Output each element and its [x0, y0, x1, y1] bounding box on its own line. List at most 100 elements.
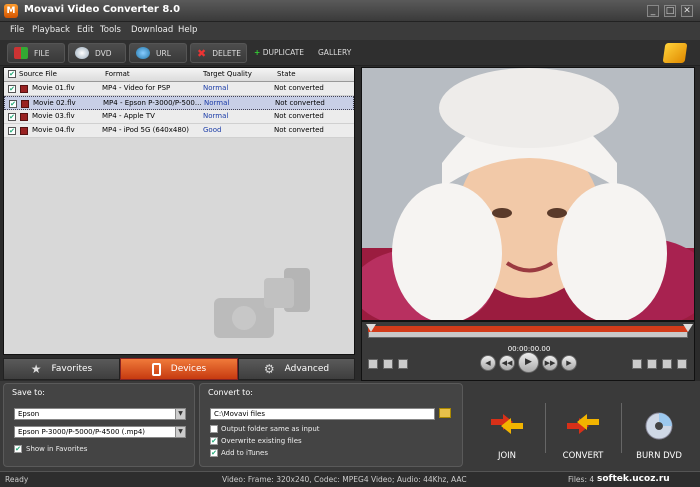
- row-checkbox[interactable]: ✔: [8, 85, 16, 93]
- duplicate-label: DUPLICATE: [262, 48, 304, 57]
- add-file-button[interactable]: FILE: [7, 43, 65, 63]
- files-count: Files: 4: [568, 475, 595, 484]
- play-button[interactable]: ▶: [518, 352, 539, 373]
- row-state: Not converted: [274, 112, 324, 120]
- folder-icon[interactable]: [439, 408, 451, 418]
- divider: [545, 403, 546, 453]
- output-folder-input[interactable]: C:\Movavi files: [210, 408, 435, 420]
- add-dvd-label: DVD: [95, 48, 112, 58]
- table-row[interactable]: ✔ Movie 02.flv MP4 - Epson P-3000/P-500.…: [4, 96, 354, 110]
- maximize-button[interactable]: □: [664, 5, 676, 17]
- contrast-icon[interactable]: [662, 359, 672, 369]
- watermark-icon[interactable]: [677, 359, 687, 369]
- menu-download[interactable]: Download: [131, 25, 173, 35]
- row-format[interactable]: MP4 - Epson P-3000/P-500...: [103, 99, 201, 107]
- duplicate-button[interactable]: + DUPLICATE: [254, 48, 304, 57]
- device-select[interactable]: Epson ▼: [14, 408, 186, 420]
- overwrite-checkbox[interactable]: ✔: [210, 437, 218, 445]
- same-folder-checkbox[interactable]: ✔: [210, 425, 218, 433]
- table-row[interactable]: ✔ Movie 04.flv MP4 - iPod 5G (640x480) G…: [4, 124, 354, 138]
- rewind-button[interactable]: ◀◀: [499, 355, 515, 371]
- menu-tools[interactable]: Tools: [100, 25, 121, 35]
- row-state: Not converted: [275, 99, 325, 107]
- itunes-checkbox[interactable]: ✔: [210, 449, 218, 457]
- dvd-disc-icon: [645, 412, 673, 440]
- tab-devices[interactable]: Devices: [120, 358, 238, 380]
- chevron-down-icon: ▼: [175, 409, 185, 419]
- save-to-panel: Save to: Epson ▼ Epson P-3000/P-5000/P-4…: [3, 383, 195, 467]
- delete-x-icon: ✖: [197, 46, 207, 60]
- convert-button[interactable]: CONVERT: [548, 395, 618, 461]
- stop-icon[interactable]: [383, 359, 393, 369]
- table-row[interactable]: ✔ Movie 01.flv MP4 - Video for PSP Norma…: [4, 82, 354, 96]
- menu-edit[interactable]: Edit: [77, 25, 93, 35]
- row-quality[interactable]: Normal: [203, 84, 228, 92]
- crop-icon[interactable]: [632, 359, 642, 369]
- table-row[interactable]: ✔ Movie 03.flv MP4 - Apple TV Normal Not…: [4, 110, 354, 124]
- fast-forward-button[interactable]: ▶▶: [542, 355, 558, 371]
- player-controls: 00:00:00.00 ◀ ◀◀ ▶ ▶▶ ▶: [361, 321, 695, 381]
- row-file: Movie 02.flv: [33, 99, 76, 107]
- gallery-button[interactable]: GALLERY: [318, 48, 351, 57]
- row-checkbox[interactable]: ✔: [8, 127, 16, 135]
- row-checkbox[interactable]: ✔: [8, 113, 16, 121]
- show-in-favorites-label: Show in Favorites: [26, 445, 88, 453]
- effects-icon[interactable]: [647, 359, 657, 369]
- add-url-button[interactable]: URL: [129, 43, 187, 63]
- video-file-icon: [20, 113, 28, 121]
- snapshot-icon[interactable]: [368, 359, 378, 369]
- video-preview[interactable]: [361, 67, 695, 321]
- profile-select[interactable]: Epson P-3000/P-5000/P-4500 (.mp4) ▼: [14, 426, 186, 438]
- row-quality[interactable]: Good: [203, 126, 221, 134]
- volume-icon[interactable]: [398, 359, 408, 369]
- status-bar: Ready Video: Frame: 320x240, Codec: MPEG…: [0, 471, 700, 487]
- tab-advanced[interactable]: ⚙ Advanced: [238, 358, 355, 380]
- row-format[interactable]: MP4 - iPod 5G (640x480): [102, 126, 198, 134]
- join-label: JOIN: [497, 451, 517, 461]
- join-arrows-icon: [491, 414, 523, 434]
- row-quality[interactable]: Normal: [203, 112, 228, 120]
- next-frame-button[interactable]: ▶: [561, 355, 577, 371]
- column-format[interactable]: Format: [105, 70, 130, 78]
- start-marker-handle[interactable]: [366, 324, 376, 332]
- file-list: ✔ Source File Format Target Quality Stat…: [3, 67, 355, 355]
- row-checkbox[interactable]: ✔: [9, 100, 17, 108]
- select-all-checkbox[interactable]: ✔: [8, 70, 16, 78]
- end-marker-handle[interactable]: [683, 324, 693, 332]
- row-format[interactable]: MP4 - Apple TV: [102, 112, 198, 120]
- burn-dvd-button[interactable]: BURN DVD: [624, 395, 694, 461]
- delete-label: DELETE: [212, 48, 241, 58]
- chevron-down-icon: ▼: [175, 427, 185, 437]
- row-format[interactable]: MP4 - Video for PSP: [102, 84, 198, 92]
- row-file: Movie 04.flv: [32, 126, 75, 134]
- row-state: Not converted: [274, 126, 324, 134]
- previous-frame-button[interactable]: ◀: [480, 355, 496, 371]
- show-in-favorites-checkbox[interactable]: ✔: [14, 445, 22, 453]
- device-select-value: Epson: [18, 410, 40, 418]
- menu-help[interactable]: Help: [178, 25, 197, 35]
- device-icon: [151, 362, 161, 376]
- row-quality[interactable]: Normal: [204, 99, 229, 107]
- delete-button[interactable]: ✖ DELETE: [190, 43, 247, 63]
- column-target-quality[interactable]: Target Quality: [203, 70, 252, 78]
- window-title: Movavi Video Converter 8.0: [24, 4, 181, 15]
- convert-arrows-icon: [567, 414, 599, 434]
- join-button[interactable]: JOIN: [472, 395, 542, 461]
- close-button[interactable]: ✕: [681, 5, 693, 17]
- column-state[interactable]: State: [277, 70, 296, 78]
- overwrite-label: Overwrite existing files: [221, 437, 302, 445]
- toolbar: FILE DVD URL ✖ DELETE + DUPLICATE GALLER…: [0, 40, 700, 66]
- gear-icon: ⚙: [263, 362, 275, 376]
- disc-icon: [75, 47, 89, 59]
- profile-select-value: Epson P-3000/P-5000/P-4500 (.mp4): [18, 428, 146, 436]
- column-source-file[interactable]: Source File: [19, 70, 57, 78]
- minimize-button[interactable]: _: [647, 5, 659, 17]
- add-url-label: URL: [156, 48, 171, 58]
- convert-to-title: Convert to:: [208, 388, 253, 397]
- menu-playback[interactable]: Playback: [32, 25, 70, 35]
- tab-favorites[interactable]: ★ Favorites: [3, 358, 120, 380]
- menu-file[interactable]: File: [10, 25, 24, 35]
- add-dvd-button[interactable]: DVD: [68, 43, 126, 63]
- tab-favorites-label: Favorites: [51, 364, 93, 374]
- bottom-panel: Save to: Epson ▼ Epson P-3000/P-5000/P-4…: [0, 381, 700, 471]
